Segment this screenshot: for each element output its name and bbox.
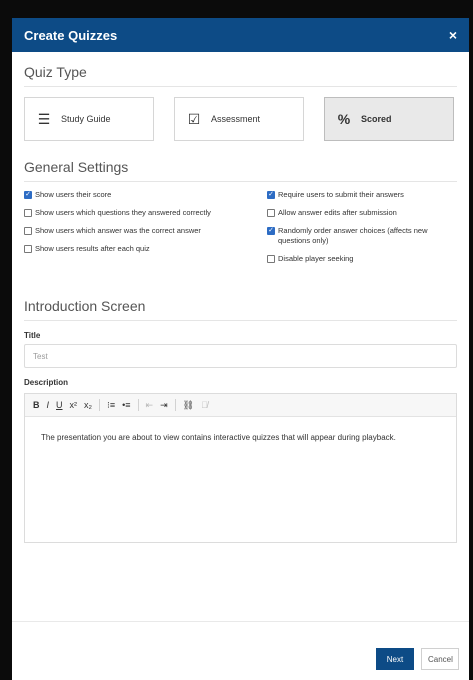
modal-header: Create Quizzes × — [12, 18, 469, 52]
next-button[interactable]: Next — [376, 648, 414, 670]
setting-label: Randomly order answer choices (affects n… — [278, 226, 428, 245]
indent-icon[interactable]: ⇥ — [160, 400, 168, 411]
bold-button[interactable]: B — [33, 400, 40, 410]
description-label: Description — [24, 378, 69, 387]
quiz-type-heading: Quiz Type — [24, 64, 457, 87]
setting-label: Show users which answer was the correct … — [35, 226, 201, 235]
checkbox[interactable] — [24, 227, 32, 235]
checkbox[interactable] — [267, 227, 275, 235]
settings-left-column: Show users their score Show users which … — [24, 190, 257, 272]
close-icon[interactable]: × — [449, 27, 457, 43]
underline-button[interactable]: U — [56, 400, 63, 410]
title-input[interactable]: Test — [24, 344, 457, 368]
cancel-button[interactable]: Cancel — [421, 648, 459, 670]
toolbar-divider — [174, 399, 176, 411]
setting-disable-seeking[interactable]: Disable player seeking — [267, 254, 457, 264]
dark-left-border — [0, 18, 12, 680]
description-text[interactable]: The presentation you are about to view c… — [25, 417, 456, 458]
modal-title: Create Quizzes — [24, 27, 118, 43]
setting-show-score[interactable]: Show users their score — [24, 190, 257, 200]
checkbox[interactable] — [24, 245, 32, 253]
superscript-button[interactable]: x² — [70, 400, 78, 410]
setting-randomize-answers[interactable]: Randomly order answer choices (affects n… — [267, 226, 457, 246]
description-editor[interactable]: B I U x² x₂ ⁝≡ •≡ ⇤ ⇥ ⛓ ⛓̸ The presentat… — [24, 393, 457, 543]
quiz-type-label: Study Guide — [61, 114, 111, 124]
quiz-type-options: ☰ Study Guide ☑ Assessment % Scored — [12, 87, 469, 141]
setting-label: Require users to submit their answers — [278, 190, 404, 199]
checkbox[interactable] — [267, 191, 275, 199]
outdent-icon[interactable]: ⇤ — [146, 400, 154, 411]
toolbar-divider — [99, 399, 101, 411]
editor-toolbar: B I U x² x₂ ⁝≡ •≡ ⇤ ⇥ ⛓ ⛓̸ — [25, 394, 456, 417]
setting-label: Show users which questions they answered… — [35, 208, 211, 217]
setting-show-correct-answer[interactable]: Show users which answer was the correct … — [24, 226, 257, 236]
quiz-type-label: Scored — [361, 114, 392, 124]
subscript-button[interactable]: x₂ — [84, 400, 92, 410]
percent-icon: % — [337, 111, 351, 127]
settings-right-column: Require users to submit their answers Al… — [267, 190, 457, 272]
modal-footer: Next Cancel — [12, 621, 469, 680]
italic-button[interactable]: I — [47, 400, 50, 410]
title-input-value: Test — [33, 351, 48, 361]
dark-top-border — [0, 0, 473, 18]
ordered-list-icon[interactable]: ⁝≡ — [107, 400, 115, 411]
introduction-screen-heading: Introduction Screen — [24, 298, 457, 321]
checkbox[interactable] — [267, 255, 275, 263]
create-quizzes-modal: Create Quizzes × Quiz Type ☰ Study Guide… — [12, 18, 469, 680]
setting-label: Show users their score — [35, 190, 112, 199]
checkbox[interactable] — [24, 191, 32, 199]
setting-label: Show users results after each quiz — [35, 244, 150, 253]
title-label: Title — [24, 331, 41, 340]
quiz-type-assessment[interactable]: ☑ Assessment — [174, 97, 304, 141]
setting-require-submit[interactable]: Require users to submit their answers — [267, 190, 457, 200]
checkbox[interactable] — [24, 209, 32, 217]
setting-show-correct-questions[interactable]: Show users which questions they answered… — [24, 208, 257, 218]
link-icon[interactable]: ⛓ — [183, 400, 194, 411]
setting-show-results-each-quiz[interactable]: Show users results after each quiz — [24, 244, 257, 254]
unlink-icon[interactable]: ⛓̸ — [201, 400, 208, 410]
setting-label: Allow answer edits after submission — [278, 208, 397, 217]
checkbox-pencil-icon: ☑ — [187, 110, 201, 127]
quiz-type-study-guide[interactable]: ☰ Study Guide — [24, 97, 154, 141]
checkbox[interactable] — [267, 209, 275, 217]
setting-label: Disable player seeking — [278, 254, 354, 263]
general-settings-heading: General Settings — [24, 159, 457, 182]
dark-right-border — [469, 18, 473, 680]
quiz-type-scored[interactable]: % Scored — [324, 97, 454, 141]
general-settings-grid: Show users their score Show users which … — [12, 182, 469, 272]
setting-allow-edits[interactable]: Allow answer edits after submission — [267, 208, 457, 218]
quiz-type-label: Assessment — [211, 114, 261, 124]
toolbar-divider — [137, 399, 139, 411]
unordered-list-icon[interactable]: •≡ — [122, 400, 130, 410]
list-icon: ☰ — [37, 110, 51, 127]
